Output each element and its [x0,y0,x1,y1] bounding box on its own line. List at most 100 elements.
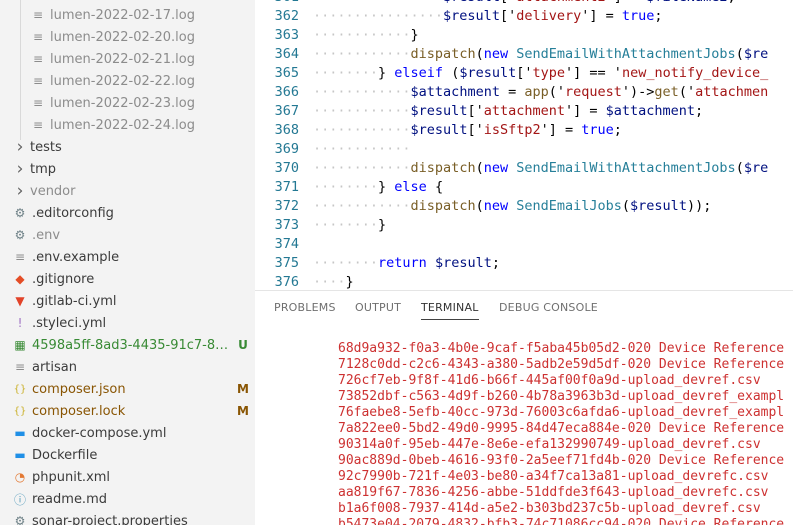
code-line: 376 ····} [255,273,793,290]
code-token: ; [728,0,736,5]
tree-item[interactable]: ≡ lumen-2022-02-20.log [0,26,255,48]
tab-output[interactable]: OUTPUT [355,301,401,314]
code-token: $re [743,160,769,176]
line-number: 363 [274,27,299,43]
tree-item[interactable]: ≡ lumen-2022-02-21.log [0,48,255,70]
tree-item[interactable]: ◔ phpunit.xml [0,466,255,488]
code-token: (' [678,84,696,100]
whitespace-dots: ············ [313,46,411,62]
line-number: 373 [274,217,299,233]
code-line: 362 ················$result['delivery'] =… [255,7,793,26]
code-token: ( [443,65,460,81]
tree-item[interactable]: › vendor [0,180,255,202]
code-text: ········} elseif ($result['type'] == 'ne… [313,64,768,83]
tree-item[interactable]: ⓘ readme.md [0,488,255,510]
git-icon: ◆ [15,272,25,286]
terminal-line: 7128c0dd-c2c6-4343-a380-5adb2e59d5df-020… [338,357,785,372]
terminal-line: 68d9a932-f0a3-4b0e-9caf-f5aba45b05d2-020… [338,341,785,356]
lines-icon: ≡ [32,118,44,132]
line-number: 366 [274,84,299,100]
code-text: ············} [313,26,419,45]
code-line: 361 ················$result['attachment2'… [255,0,793,7]
tree-item[interactable]: ≡ lumen-2022-02-17.log [0,4,255,26]
lines-icon: ≡ [32,30,44,44]
line-number: 376 [274,274,299,290]
tree-item[interactable]: {} composer.json M [0,378,255,400]
tree-item-label: .gitignore [32,271,95,287]
code-token: [' [499,8,517,24]
tab-terminal[interactable]: TERMINAL [421,301,479,320]
code-editor[interactable]: 361················$result['attachment2'… [255,0,793,290]
tree-item[interactable]: ≡ lumen-2022-02-23.log [0,92,255,114]
code-token: get [654,84,679,100]
code-token: } [410,27,419,43]
code-text: ············$attachment = app('request')… [313,83,768,102]
panel-tab-bar: PROBLEMS OUTPUT TERMINAL DEBUG CONSOLE [255,291,793,325]
code-text: ············$result['attachment'] = $att… [313,102,703,121]
whitespace-dots: ········ [313,255,379,271]
code-text: ········} [313,216,386,235]
code-token: } [345,274,354,290]
tree-item-label: .styleci.yml [32,315,107,331]
tree-item[interactable]: ! .styleci.yml [0,312,255,334]
line-number: 367 [274,103,299,119]
code-line: 366 ············$attachment = app('reques… [255,83,793,102]
code-token: $result [434,255,492,271]
code-token: [' [467,122,484,138]
code-line: 375 ········return $result; [255,254,793,273]
lines-icon: ≡ [32,96,44,110]
code-line: 374 [255,235,793,254]
code-line: 373 ········} [255,216,793,235]
tree-item[interactable]: {} composer.lock M [0,400,255,422]
tree-item-label: .env [32,227,61,243]
terminal-line: aa819f67-7836-4256-abbe-51ddfde3f643-upl… [338,485,769,500]
git-status-badge: M [237,382,249,396]
tree-item[interactable]: ▬ Dockerfile [0,444,255,466]
code-line: 364 ············dispatch(new SendEmailWit… [255,45,793,64]
tree-item[interactable]: › tests [0,136,255,158]
tree-item[interactable]: ◆ .gitignore [0,268,255,290]
line-number: 372 [274,198,299,214]
code-token: ( [475,46,484,62]
tree-item-label: lumen-2022-02-23.log [50,95,195,111]
tree-item[interactable]: ▦ 4598a5ff-8ad3-4435-91c7-8da... U [0,334,255,356]
lines-icon: ≡ [32,8,44,22]
tree-item-label: artisan [32,359,77,375]
tree-item[interactable]: ≡ lumen-2022-02-24.log [0,114,255,136]
whitespace-dots: ········ [313,65,379,81]
tree-item[interactable]: ≡ .env.example [0,246,255,268]
braces-icon: {} [13,383,27,395]
line-number: 368 [274,122,299,138]
code-token: new [483,198,517,214]
code-token: new [483,160,517,176]
code-text: ········return $result; [313,254,500,273]
code-text: ················$result['delivery'] = tr… [313,7,663,26]
tree-item[interactable]: ≡ lumen-2022-02-22.log [0,70,255,92]
tree-item-label: phpunit.xml [32,469,111,485]
tree-item[interactable]: ▬ docker-compose.yml [0,422,255,444]
tree-item[interactable]: › tmp [0,158,255,180]
tab-problems[interactable]: PROBLEMS [274,301,336,314]
tab-debug-console[interactable]: DEBUG CONSOLE [499,301,598,314]
code-token: = [499,84,525,100]
lines-icon: ≡ [14,360,26,374]
code-text: ············$result['isSftp2'] = true; [313,121,622,140]
code-token: $result [443,8,500,24]
tree-item[interactable]: ⚙ .env [0,224,255,246]
code-token: new_notify_device_ [621,65,769,81]
tree-item[interactable]: ⚙ .editorconfig [0,202,255,224]
tree-item-label: lumen-2022-02-21.log [50,51,195,67]
tree-item[interactable]: ⚙ sonar-project.properties [0,510,255,525]
explorer-sidebar: ≡ lumen-2022-02-17.log ≡ lumen-2022-02-20.l… [0,0,255,525]
tree-item[interactable]: ▼ .gitlab-ci.yml [0,290,255,312]
tree-item-label: readme.md [32,491,107,507]
tree-item[interactable]: ≡ artisan [0,356,255,378]
chevron-right-icon: › [16,181,24,201]
tree-item-label: 4598a5ff-8ad3-4435-91c7-8da... [32,337,231,353]
exclamation-icon: ! [17,316,23,330]
tree-item-label: .editorconfig [32,205,114,221]
code-token: attachmen [695,84,769,100]
code-token: $re [743,46,769,62]
code-token: ')-> [621,84,655,100]
code-token: $result [410,122,468,138]
